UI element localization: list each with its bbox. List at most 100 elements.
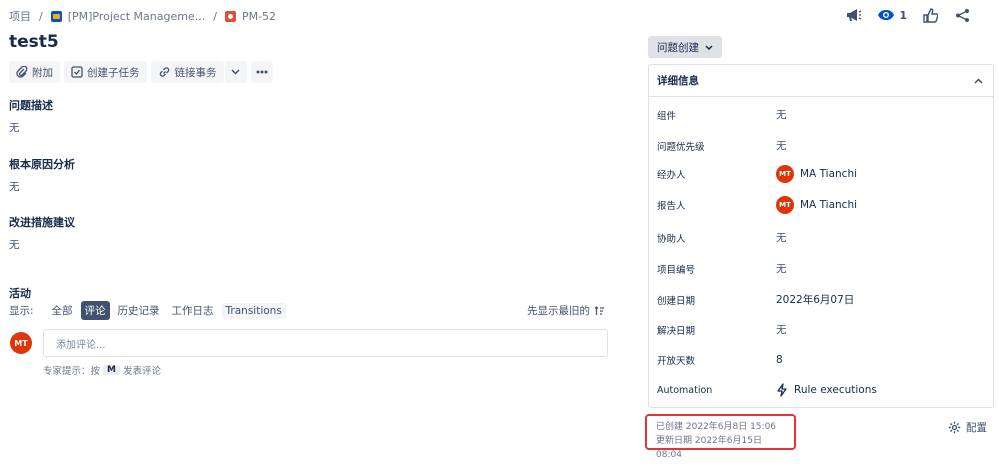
share-icon[interactable] xyxy=(953,6,971,24)
breadcrumb-root[interactable]: 项目 xyxy=(9,8,31,24)
issue-title[interactable]: test5 xyxy=(9,32,59,52)
avatar: MT xyxy=(776,196,794,214)
filter-comments[interactable]: 评论 xyxy=(80,301,110,320)
created-timestamp: 已创建 2022年6月8日 15:06 xyxy=(656,422,777,432)
link-dropdown-button[interactable] xyxy=(224,61,247,83)
detail-row-components: 组件 无 xyxy=(657,107,987,122)
issue-actions: 1 xyxy=(845,6,971,24)
detail-value[interactable]: MT MA Tianchi xyxy=(776,196,857,214)
activity-heading: 活动 xyxy=(9,287,31,300)
details-header[interactable]: 详细信息 xyxy=(649,65,993,97)
chevron-down-icon xyxy=(705,44,713,50)
avatar: MT xyxy=(10,332,32,354)
description-heading: 问题描述 xyxy=(9,99,53,112)
attach-label: 附加 xyxy=(32,66,53,79)
link-issue-button[interactable]: 链接事务 xyxy=(150,61,224,83)
detail-row-assignee: 经办人 MT MA Tianchi xyxy=(657,165,987,183)
sort-order-button[interactable]: 先显示最旧的 xyxy=(527,303,605,318)
detail-row-created-date: 创建日期 2022年6月07日 xyxy=(657,292,987,307)
detail-value-text: 无 xyxy=(776,109,787,121)
more-actions-button[interactable] xyxy=(250,61,273,83)
detail-value[interactable]: 2022年6月07日 xyxy=(776,292,854,307)
detail-value[interactable]: 无 xyxy=(776,322,787,337)
sort-label: 先显示最旧的 xyxy=(527,305,590,317)
gear-icon xyxy=(948,421,961,434)
link-icon xyxy=(159,67,169,77)
detail-row-automation: Automation Rule executions xyxy=(657,383,987,397)
detail-key: 经办人 xyxy=(657,170,686,181)
watch-count: 1 xyxy=(899,8,907,22)
link-issue-group: 链接事务 xyxy=(150,61,247,83)
breadcrumb-issue-key[interactable]: PM-52 xyxy=(242,10,276,23)
root-cause-value[interactable]: 无 xyxy=(9,179,20,194)
detail-value-text: 无 xyxy=(776,232,787,244)
more-icon xyxy=(256,70,267,74)
pro-tip-prefix: 专家提示：按 xyxy=(43,366,101,377)
pro-tip-suffix: 发表评论 xyxy=(122,366,161,377)
show-label: 显示: xyxy=(9,305,34,317)
sort-icon xyxy=(594,305,604,315)
attach-button[interactable]: 附加 xyxy=(9,61,60,83)
improvement-heading: 改进措施建议 xyxy=(9,216,75,229)
create-subtask-button[interactable]: 创建子任务 xyxy=(64,61,147,83)
detail-key: 创建日期 xyxy=(657,295,696,307)
description-value[interactable]: 无 xyxy=(9,120,20,135)
project-icon xyxy=(50,10,62,22)
detail-row-open-days: 开放天数 8 xyxy=(657,353,987,367)
filter-transitions[interactable]: Transitions xyxy=(221,302,286,319)
detail-key: 解决日期 xyxy=(657,325,696,337)
eye-icon xyxy=(878,10,895,20)
configure-button[interactable]: 配置 xyxy=(948,420,987,435)
bug-icon xyxy=(224,10,236,22)
detail-key: 组件 xyxy=(657,110,677,122)
detail-value[interactable]: 无 xyxy=(776,107,787,122)
comment-placeholder: 添加评论... xyxy=(56,339,106,351)
breadcrumb-project[interactable]: [PM]Project Manageme... xyxy=(68,10,206,23)
avatar: MT xyxy=(776,165,794,183)
detail-value[interactable]: 8 xyxy=(776,354,783,366)
detail-value-text: 2022年6月07日 xyxy=(776,294,855,306)
improvement-value[interactable]: 无 xyxy=(9,237,20,252)
detail-key: 开放天数 xyxy=(657,356,696,367)
detail-value[interactable]: 无 xyxy=(776,261,787,276)
detail-key: 协助人 xyxy=(657,233,686,245)
detail-row-project-number: 项目编号 无 xyxy=(657,261,987,276)
detail-value[interactable]: MT MA Tianchi xyxy=(776,165,857,183)
breadcrumb-separator: / xyxy=(39,9,43,23)
issue-toolbar: 附加 创建子任务 链接事务 xyxy=(9,61,273,83)
assignee-name: MA Tianchi xyxy=(800,168,858,180)
detail-row-resolved-date: 解决日期 无 xyxy=(657,322,987,337)
filter-all[interactable]: 全部 xyxy=(48,301,77,320)
automation-link[interactable]: Rule executions xyxy=(776,383,877,397)
link-issue-label: 链接事务 xyxy=(174,66,217,79)
filter-worklog[interactable]: 工作日志 xyxy=(168,301,218,320)
detail-key: 问题优先级 xyxy=(657,141,705,153)
detail-key: 项目编号 xyxy=(657,264,696,276)
watch-button[interactable]: 1 xyxy=(877,9,907,22)
pro-tip-key: M xyxy=(103,365,120,375)
detail-value-text: 8 xyxy=(776,354,783,366)
thumbs-up-icon[interactable] xyxy=(921,6,939,24)
detail-key: Automation xyxy=(657,384,713,396)
configure-label: 配置 xyxy=(966,422,987,434)
chevron-up-icon xyxy=(974,77,983,84)
root-cause-heading: 根本原因分析 xyxy=(9,158,75,171)
pro-tip: 专家提示：按 M 发表评论 xyxy=(43,363,161,377)
activity-filter-bar: 显示: 全部 评论 历史记录 工作日志 Transitions xyxy=(9,301,286,320)
detail-row-reporter: 报告人 MT MA Tianchi xyxy=(657,196,987,214)
status-label: 问题创建 xyxy=(657,41,699,54)
detail-value[interactable]: 无 xyxy=(776,230,787,245)
megaphone-icon[interactable] xyxy=(845,6,863,24)
detail-row-helper: 协助人 无 xyxy=(657,230,987,245)
comment-input[interactable]: 添加评论... xyxy=(43,329,608,357)
detail-value-text: 无 xyxy=(776,324,787,336)
filter-history[interactable]: 历史记录 xyxy=(114,301,164,320)
breadcrumb-separator: / xyxy=(213,9,217,23)
status-dropdown[interactable]: 问题创建 xyxy=(648,36,722,58)
details-panel: 详细信息 组件 无 问题优先级 无 经办人 MT MA Tianchi 报告人 … xyxy=(648,64,994,408)
rule-executions-label: Rule executions xyxy=(794,384,877,396)
paperclip-icon xyxy=(16,66,28,78)
detail-value[interactable]: 无 xyxy=(776,138,787,153)
reporter-name: MA Tianchi xyxy=(800,199,858,211)
details-title: 详细信息 xyxy=(657,75,699,87)
